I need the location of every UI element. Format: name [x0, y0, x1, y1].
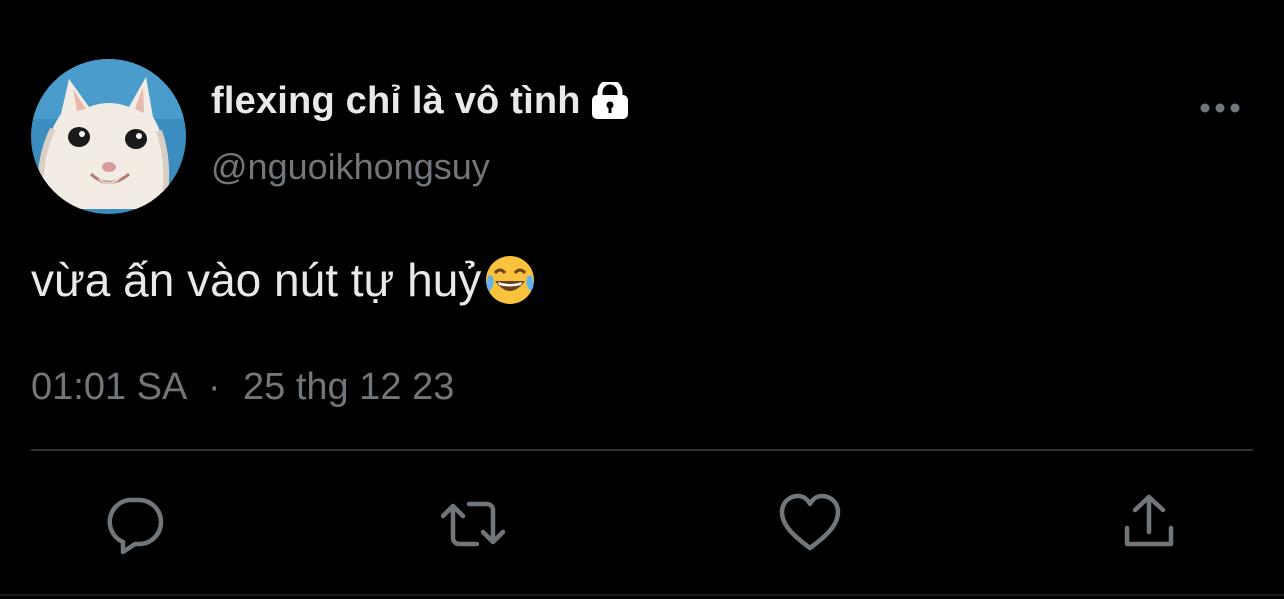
reply-button[interactable] — [103, 492, 167, 556]
tweet-timestamp[interactable]: 01:01 SA · 25 thg 12 23 — [31, 366, 454, 409]
share-icon — [1124, 494, 1174, 547]
share-button[interactable] — [1117, 492, 1181, 556]
timestamp-separator: · — [207, 366, 221, 408]
face-with-tears-of-joy-icon — [483, 253, 537, 307]
tweet-text: vừa ấn vào nút tự huỷ — [31, 253, 537, 307]
bottom-divider — [0, 594, 1284, 596]
tweet-body: vừa ấn vào nút tự huỷ — [31, 254, 482, 306]
heart-icon — [779, 493, 841, 551]
reply-icon — [107, 497, 164, 555]
tweet-time: 01:01 SA — [31, 366, 186, 408]
tweet-date: 25 thg 12 23 — [243, 366, 455, 408]
retweet-icon — [441, 501, 505, 547]
user-name-row: flexing chỉ là vô tình — [211, 78, 631, 124]
lock-icon — [589, 79, 631, 120]
more-dots-icon[interactable] — [1196, 96, 1244, 120]
retweet-button[interactable] — [441, 492, 505, 556]
user-handle[interactable]: @nguoikhongsuy — [211, 146, 490, 188]
divider — [31, 449, 1253, 451]
tweet-detail: flexing chỉ là vô tình @nguoikhongsuy vừ… — [0, 0, 1284, 599]
display-name[interactable]: flexing chỉ là vô tình — [211, 80, 581, 123]
avatar[interactable] — [31, 59, 186, 214]
like-button[interactable] — [778, 492, 842, 556]
